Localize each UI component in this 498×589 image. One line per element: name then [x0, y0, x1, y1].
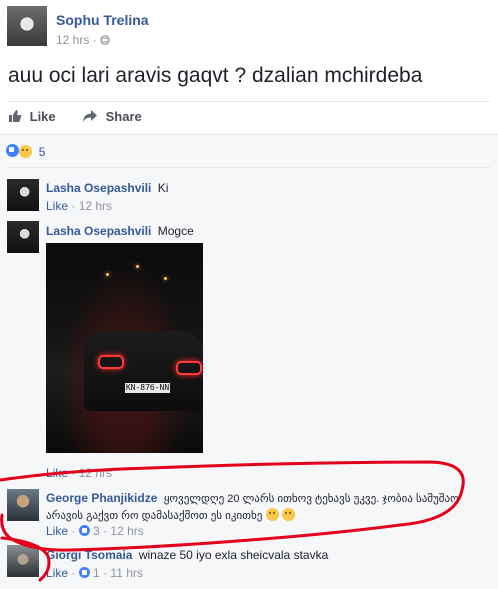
- tail-light-left: [98, 355, 124, 369]
- avatar-image: [7, 545, 39, 577]
- post-author-name[interactable]: Sophu Trelina: [56, 12, 149, 28]
- comment-photo[interactable]: KN-876-NN: [46, 243, 203, 453]
- comment-meta: Like · 12 hrs: [46, 466, 112, 480]
- share-button[interactable]: Share: [82, 109, 142, 124]
- post-time[interactable]: 12 hrs: [56, 33, 89, 47]
- post-author-avatar[interactable]: [7, 6, 47, 46]
- commenter-name[interactable]: Lasha Osepashvili: [46, 181, 151, 195]
- comment-body: Giorgi Tsomaia winaze 50 iyo exla sheicv…: [46, 548, 328, 562]
- comment-time[interactable]: 11 hrs: [110, 566, 142, 580]
- emoji-icon: [265, 508, 279, 521]
- dot-separator: ·: [71, 524, 79, 538]
- comment-text: Mogce: [157, 224, 194, 238]
- commenter-name[interactable]: Lasha Osepashvili: [46, 224, 151, 238]
- post-text: auu oci lari aravis gaqvt ? dzalian mchi…: [8, 64, 423, 87]
- avatar-image: [7, 6, 47, 46]
- dot-separator: ·: [71, 466, 79, 480]
- globe-icon: [100, 35, 110, 45]
- dot-separator: ·: [71, 566, 79, 580]
- commenter-avatar[interactable]: [7, 179, 39, 211]
- comment-like-link[interactable]: Like: [46, 566, 68, 580]
- license-plate: KN-876-NN: [125, 383, 170, 393]
- avatar-image: [7, 179, 39, 211]
- comment-like-link[interactable]: Like: [46, 466, 68, 480]
- commenter-avatar[interactable]: [7, 221, 39, 253]
- reactions-divider: [8, 167, 490, 168]
- like-button[interactable]: Like: [8, 109, 56, 124]
- road-light: [106, 273, 109, 276]
- post-timestamp: 12 hrs ·: [56, 33, 110, 47]
- comment-meta: Like · 1 · 11 hrs: [46, 566, 143, 580]
- like-label: Like: [29, 109, 56, 124]
- comment-body: George Phanjikidze ყოველდღე 20 ლარს ითხო…: [46, 490, 466, 524]
- commenter-name[interactable]: Giorgi Tsomaia: [46, 548, 132, 562]
- road-light: [164, 277, 167, 280]
- comment-time[interactable]: 12 hrs: [110, 524, 143, 538]
- share-label: Share: [105, 109, 142, 124]
- avatar-image: [7, 221, 39, 253]
- avatar-image: [7, 489, 39, 521]
- reactions-row-bg: [0, 135, 498, 165]
- comment-meta: Like · 12 hrs: [46, 199, 112, 213]
- tail-light-right: [176, 361, 202, 375]
- comment-body: Lasha Osepashvili Mogce: [46, 224, 194, 238]
- comment-time[interactable]: 12 hrs: [79, 466, 112, 480]
- comment-like-count[interactable]: 1: [93, 566, 100, 580]
- comment-like-icon: [78, 567, 90, 578]
- comment-like-link[interactable]: Like: [46, 199, 68, 213]
- comment-like-icon: [78, 525, 90, 536]
- share-arrow-icon: [83, 110, 97, 122]
- actions-divider-top: [8, 101, 490, 102]
- comment-body: Lasha Osepashvili Ki: [46, 181, 168, 195]
- thumbs-up-icon: [9, 110, 22, 122]
- dot-separator: ·: [71, 199, 79, 213]
- haha-reaction-icon: [19, 145, 33, 158]
- commenter-avatar[interactable]: [7, 545, 39, 577]
- comment-like-link[interactable]: Like: [46, 524, 68, 538]
- comment-text: Ki: [157, 181, 169, 195]
- reaction-count: 5: [38, 145, 46, 159]
- comment-text: winaze 50 iyo exla sheicvala stavka: [138, 548, 329, 562]
- dot-separator: ·: [92, 33, 101, 47]
- commenter-name[interactable]: George Phanjikidze: [46, 491, 157, 505]
- commenter-avatar[interactable]: [7, 489, 39, 521]
- comment-like-count[interactable]: 3: [93, 524, 100, 538]
- comment-time[interactable]: 12 hrs: [79, 199, 112, 213]
- comment-meta: Like · 3 · 12 hrs: [46, 524, 144, 538]
- like-reaction-icon: [6, 144, 19, 157]
- emoji-icon: [282, 508, 296, 521]
- reactions-summary[interactable]: 5: [6, 144, 45, 159]
- road-light: [136, 265, 139, 268]
